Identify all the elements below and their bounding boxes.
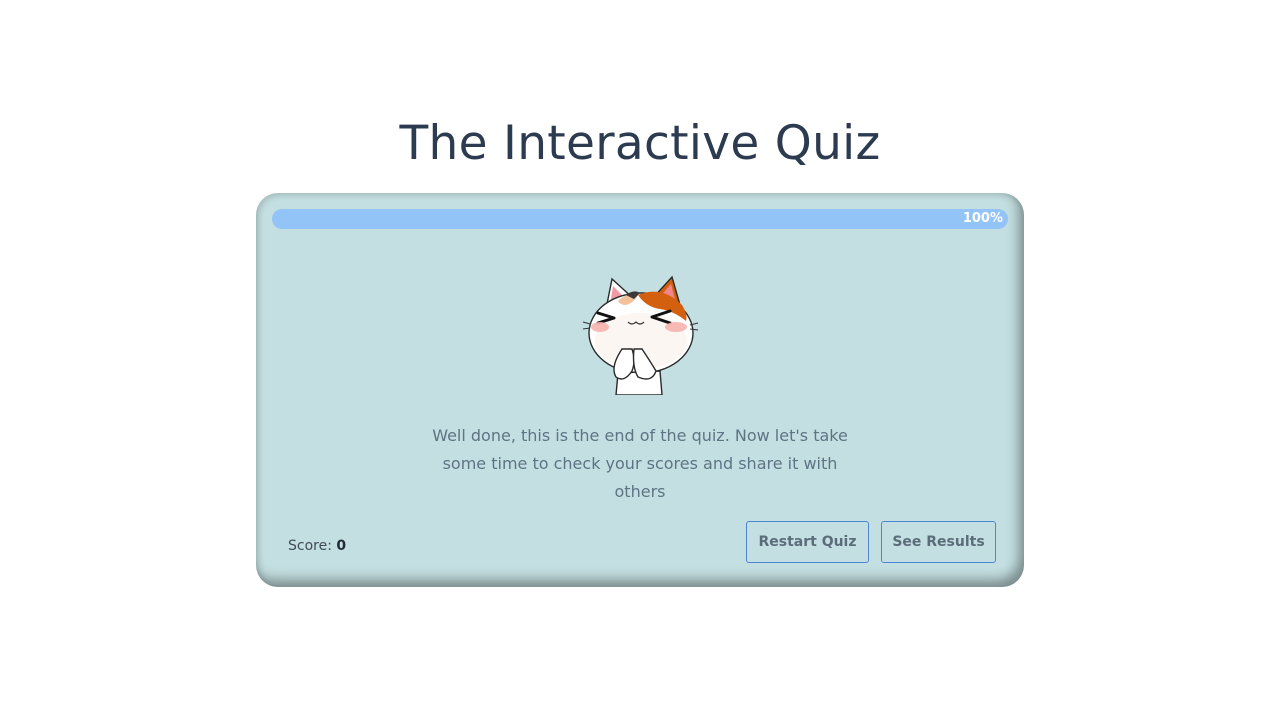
progress-percent-label: 100% bbox=[962, 211, 1003, 226]
see-results-button[interactable]: See Results bbox=[881, 521, 996, 563]
score-label: Score: bbox=[288, 538, 332, 554]
completion-message: Well done, this is the end of the quiz. … bbox=[432, 426, 848, 501]
progress-bar: 100% bbox=[272, 209, 1008, 229]
quiz-card: 100% Well done, this is the end of the q… bbox=[256, 193, 1024, 587]
score-value: 0 bbox=[336, 538, 347, 554]
score-display: Score: 0 bbox=[288, 535, 346, 557]
celebrating-cat-icon bbox=[582, 275, 699, 395]
progress-bar-fill bbox=[272, 209, 1008, 229]
page-title: The Interactive Quiz bbox=[399, 116, 881, 171]
restart-quiz-button[interactable]: Restart Quiz bbox=[746, 521, 869, 563]
